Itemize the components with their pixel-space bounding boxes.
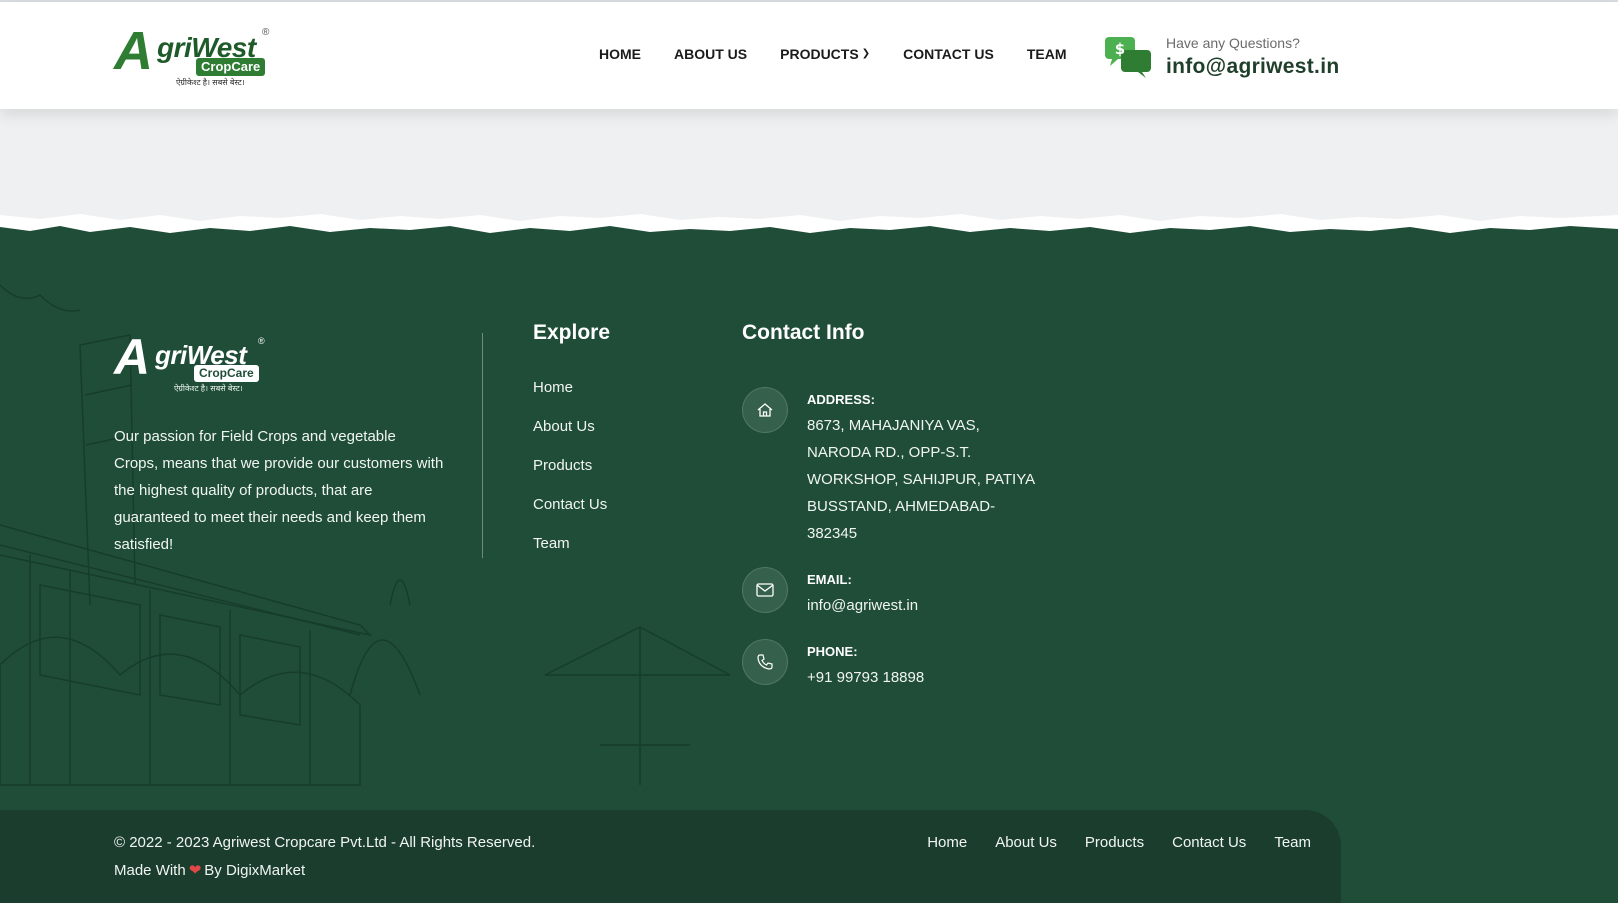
made-with-credit: Made With ❤ By DigixMarket [114, 861, 305, 880]
explore-title: Explore [533, 321, 611, 344]
svg-text:$: $ [1115, 40, 1125, 58]
nav-products[interactable]: PRODUCTS ❯ [780, 46, 870, 62]
footer-logo-cropcare: CropCare [194, 365, 259, 382]
nav-home-label: HOME [599, 46, 641, 62]
address-line: 382345 [807, 525, 858, 542]
nav-about-us[interactable]: ABOUT US [674, 46, 747, 62]
chat-dollar-icon: $ [1105, 37, 1151, 78]
address-line: NARODA RD., OPP-S.T. [807, 444, 972, 461]
site-footer: A griWest ® CropCare ऐग्रीकेश्ट है। सबसे… [0, 225, 1618, 903]
chevron-down-icon: ❯ [861, 47, 871, 59]
made-with-prefix: Made With [114, 861, 186, 879]
header-logo[interactable]: A griWest ® CropCare ऐग्रीकेश्ट है। सबसे… [114, 22, 274, 94]
nav-contact-us[interactable]: CONTACT US [903, 46, 994, 62]
footer-phone-link[interactable]: +91 99793 18898 [807, 664, 924, 691]
bottom-link-products[interactable]: Products [1085, 834, 1144, 851]
footer-about-text: Our passion for Field Crops and vegetabl… [114, 428, 444, 553]
bottom-link-team[interactable]: Team [1274, 834, 1311, 851]
footer-bottom-bar: © 2022 - 2023 Agriwest Cropcare Pvt.Ltd … [0, 810, 1341, 903]
footer-logo-letter-a: A [114, 329, 151, 385]
address-label: ADDRESS: [807, 392, 875, 407]
email-label: EMAIL: [807, 572, 852, 587]
nav-about-label: ABOUT US [674, 46, 748, 62]
header-email-link[interactable]: info@agriwest.in [1166, 55, 1339, 79]
question-label: Have any Questions? [1166, 35, 1300, 51]
contact-info-title: Contact Info [742, 321, 865, 344]
nav-products-label: PRODUCTS [780, 46, 859, 62]
nav-team-label: TEAM [1026, 46, 1067, 62]
mail-icon [742, 567, 788, 613]
bottom-link-contact-us[interactable]: Contact Us [1172, 834, 1246, 851]
main-nav: HOME ABOUT US PRODUCTS ❯ CONTACT US TEAM [599, 46, 1066, 62]
heart-icon: ❤ [188, 862, 202, 879]
logo-registered: ® [262, 27, 270, 38]
made-with-suffix[interactable]: By DigixMarket [204, 862, 305, 879]
explore-link-contact-us[interactable]: Contact Us [533, 495, 607, 514]
explore-link-home[interactable]: Home [533, 378, 607, 397]
copyright-text: © 2022 - 2023 Agriwest Cropcare Pvt.Ltd … [114, 834, 536, 851]
address-value: 8673, MAHAJANIYA VAS, NARODA RD., OPP-S.… [807, 412, 1035, 547]
explore-list: Home About Us Products Contact Us Team [533, 378, 607, 573]
bottom-link-about-us[interactable]: About Us [995, 834, 1057, 851]
nav-team[interactable]: TEAM [1027, 46, 1067, 62]
bottom-link-home[interactable]: Home [927, 834, 967, 851]
phone-icon [742, 639, 788, 685]
explore-link-products[interactable]: Products [533, 456, 607, 475]
home-icon [742, 387, 788, 433]
footer-logo[interactable]: A griWest ® CropCare ऐग्रीकेश्ट है। सबसे… [114, 332, 274, 396]
torn-paper-divider [0, 214, 1618, 245]
nav-home[interactable]: HOME [599, 46, 641, 62]
nav-contact-label: CONTACT US [903, 46, 994, 62]
address-line: BUSSTAND, AHMEDABAD- [807, 498, 996, 515]
logo-letter-a: A [114, 21, 153, 81]
logo-tagline: ऐग्रीकेश्ट है। सबसे बेस्ट। [176, 78, 245, 87]
footer-email-link[interactable]: info@agriwest.in [807, 592, 918, 619]
footer-divider [482, 333, 483, 558]
logo-cropcare: CropCare [196, 58, 266, 76]
footer-logo-tagline: ऐग्रीकेश्ट है। सबसे बेस्ट। [174, 384, 243, 393]
phone-label: PHONE: [807, 644, 858, 659]
site-header: A griWest ® CropCare ऐग्रीकेश्ट है। सबसे… [0, 2, 1618, 109]
bottom-links: Home About Us Products Contact Us Team [927, 834, 1311, 851]
address-line: 8673, MAHAJANIYA VAS, [807, 417, 980, 434]
explore-link-team[interactable]: Team [533, 534, 607, 553]
footer-logo-registered: ® [258, 336, 265, 346]
address-line: WORKSHOP, SAHIJPUR, PATIYA [807, 471, 1036, 488]
explore-link-about-us[interactable]: About Us [533, 417, 607, 436]
